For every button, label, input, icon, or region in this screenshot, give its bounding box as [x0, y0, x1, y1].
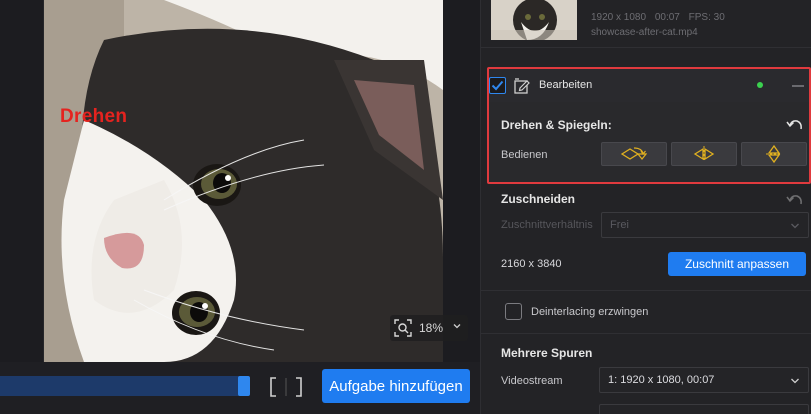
settings-panel: 1920 x 1080 00:07 FPS: 30 showcase-after…	[480, 0, 811, 414]
crop-ratio-select[interactable]: Frei	[601, 212, 809, 238]
file-thumbnail[interactable]	[491, 0, 577, 40]
chevron-down-icon	[791, 223, 799, 229]
crop-ratio-label: Zuschnittverhältnis	[501, 219, 593, 231]
tracks-section-title: Mehrere Spuren	[501, 346, 593, 360]
chevron-down-icon[interactable]	[451, 320, 463, 332]
add-task-button[interactable]: Aufgabe hinzufügen	[322, 369, 470, 403]
crop-reset-icon[interactable]	[786, 193, 804, 209]
file-resolution: 1920 x 1080	[591, 12, 647, 23]
crop-section-title: Zuschneiden	[501, 192, 576, 206]
thumbnail-image	[491, 0, 577, 40]
videostream-select[interactable]: 1: 1920 x 1080, 00:07	[599, 367, 809, 393]
left-gutter	[0, 0, 44, 362]
app-window: Drehen 18% Aufgabe hinzufügen 1920 x 108…	[0, 0, 811, 414]
crop-ratio-value: Frei	[610, 219, 629, 231]
cat-image	[44, 0, 443, 362]
audiostream-select[interactable]	[599, 404, 809, 414]
rotate-overlay-label: Drehen	[60, 106, 128, 127]
zoom-level: 18%	[419, 321, 444, 335]
divider	[481, 47, 811, 48]
zoom-control[interactable]: 18%	[390, 315, 468, 341]
file-name: showcase-after-cat.mp4	[591, 27, 698, 38]
deinterlacing-checkbox[interactable]	[505, 303, 522, 320]
file-info: 1920 x 1080 00:07 FPS: 30 showcase-after…	[591, 10, 731, 40]
trim-brackets-icon[interactable]	[268, 374, 304, 400]
chevron-down-icon	[791, 378, 799, 384]
timeline-bar[interactable]	[0, 376, 250, 396]
file-fps: FPS: 30	[688, 12, 725, 23]
zoom-icon	[394, 319, 412, 337]
right-gutter	[443, 0, 480, 362]
highlight-frame	[487, 67, 811, 184]
timeline-handle[interactable]	[238, 376, 250, 396]
divider	[481, 290, 811, 291]
videostream-value: 1: 1920 x 1080, 00:07	[608, 374, 715, 386]
preview-area: Drehen 18% Aufgabe hinzufügen	[0, 0, 480, 414]
file-duration: 00:07	[654, 12, 680, 23]
video-preview[interactable]: Drehen	[44, 0, 443, 362]
videostream-label: Videostream	[501, 375, 563, 387]
crop-dimensions: 2160 x 3840	[501, 258, 562, 270]
deinterlacing-label[interactable]: Deinterlacing erzwingen	[531, 306, 648, 318]
divider	[481, 333, 811, 334]
adjust-crop-button[interactable]: Zuschnitt anpassen	[668, 252, 806, 276]
